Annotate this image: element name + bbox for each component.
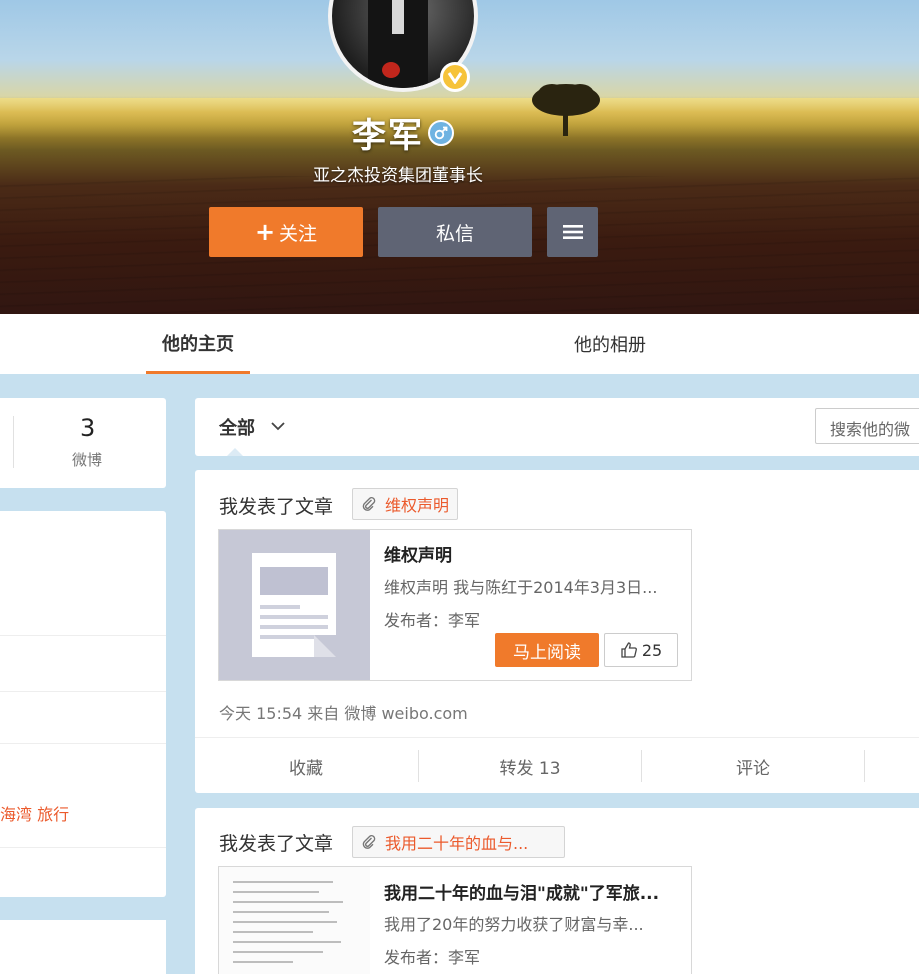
comment-button[interactable]: 评论 — [642, 738, 864, 794]
profile-cover: 李军 亚之杰投资集团董事长 + 关注 私信 — [0, 0, 919, 314]
verified-badge-icon — [440, 62, 470, 92]
plus-icon: + — [254, 218, 276, 246]
like-button[interactable]: 25 — [604, 633, 678, 667]
post-header: 我发表了文章 — [219, 496, 334, 518]
horizon-glow — [0, 98, 919, 138]
repost-button[interactable]: 转发 13 — [419, 738, 641, 794]
article-description: 维权声明 我与陈红于2014年3月3日... — [384, 578, 658, 597]
post-header: 我发表了文章 — [219, 833, 334, 855]
paperclip-icon — [361, 496, 377, 512]
follow-label: 关注 — [279, 222, 318, 245]
left-panel-bottom — [0, 920, 166, 974]
tree-silhouette — [532, 84, 600, 136]
like-count: 25 — [641, 640, 663, 660]
read-now-button[interactable]: 马上阅读 — [495, 633, 599, 667]
message-label: 私信 — [435, 222, 474, 245]
profile-name: 李军 — [352, 116, 424, 156]
favorite-button[interactable]: 收藏 — [195, 738, 417, 794]
article-tag[interactable]: 维权声明 — [352, 488, 459, 520]
message-button[interactable]: 私信 — [378, 207, 532, 257]
tab-home[interactable]: 他的主页 — [146, 314, 250, 374]
info-panel — [0, 511, 166, 897]
profile-tags[interactable]: 海湾 旅行 — [0, 801, 69, 825]
article-publisher: 发布者：李军 — [384, 611, 481, 630]
filter-caret — [227, 448, 243, 456]
article-tag-label: 我用二十年的血与... — [385, 834, 529, 853]
article-description: 我用了20年的努力收获了财富与幸... — [384, 915, 644, 934]
article-tag[interactable]: 我用二十年的血与... — [352, 826, 565, 858]
post-meta: 今天 15:54 来自 微博 weibo.com — [219, 704, 468, 723]
weibo-count-label: 微博 — [72, 451, 103, 469]
post-actions: 收藏 转发 13 评论 — [195, 737, 919, 793]
article-title[interactable]: 维权声明 — [384, 541, 452, 566]
thumbs-up-icon — [621, 642, 637, 658]
follow-button[interactable]: + 关注 — [209, 207, 363, 257]
more-menu-button[interactable] — [547, 207, 598, 257]
profile-title: 亚之杰投资集团董事长 — [313, 166, 483, 186]
paperclip-icon — [361, 834, 377, 850]
chevron-down-icon[interactable] — [270, 421, 286, 431]
weibo-count[interactable]: 3 — [80, 414, 95, 442]
profile-tabs: 他的主页 他的相册 — [0, 314, 919, 374]
article-thumbnail — [219, 867, 370, 974]
document-icon — [219, 530, 370, 680]
article-title[interactable]: 我用二十年的血与泪"成就"了军旅... — [384, 879, 659, 904]
gender-male-icon — [428, 120, 454, 146]
menu-icon — [562, 225, 583, 239]
search-input[interactable]: 搜索他的微 — [815, 408, 919, 444]
filter-all-dropdown[interactable]: 全部 — [219, 414, 255, 440]
feed-filter-bar — [195, 398, 919, 456]
tab-album[interactable]: 他的相册 — [560, 314, 660, 374]
article-publisher: 发布者：李军 — [384, 948, 481, 967]
article-tag-label: 维权声明 — [385, 496, 450, 515]
stats-panel — [0, 398, 166, 488]
